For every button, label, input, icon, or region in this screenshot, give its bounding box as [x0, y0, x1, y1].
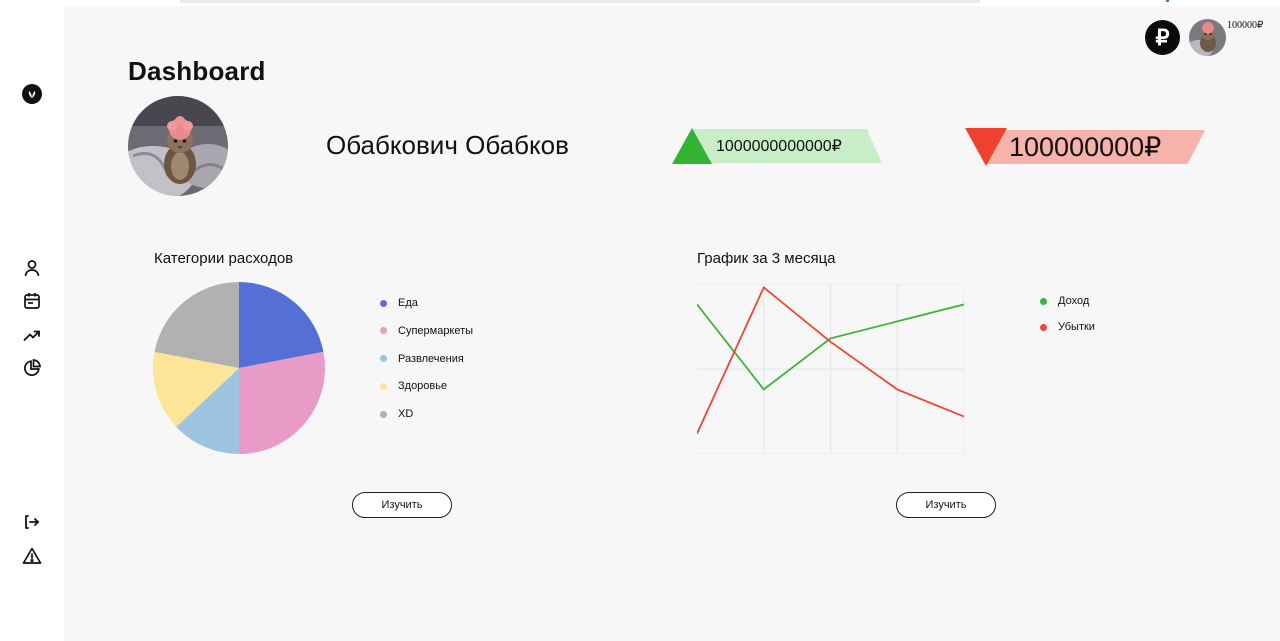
legend-label: XD: [398, 408, 414, 421]
legend-item: Еда: [380, 297, 418, 309]
explore-trend-button[interactable]: Изучить: [896, 492, 996, 518]
legend-label: Еда: [398, 297, 418, 309]
legend-dot: [380, 382, 387, 390]
browser-top-line: [180, 0, 980, 3]
legend-dot: [380, 299, 387, 307]
legend-item: XD: [380, 408, 413, 420]
expenses-pie-chart: [153, 282, 325, 454]
pie-chart-icon[interactable]: [22, 358, 42, 378]
loss-value: 100000000₽: [1009, 132, 1162, 162]
page-title: Dashboard: [128, 56, 266, 86]
calendar-icon[interactable]: [22, 291, 42, 311]
legend-item: Убытки: [1040, 321, 1095, 333]
legend-label: Развлечения: [398, 352, 464, 365]
sidebar: [0, 6, 64, 641]
explore-expenses-button[interactable]: Изучить: [352, 492, 452, 518]
income-value: 1000000000000₽: [716, 138, 842, 155]
user-icon[interactable]: [22, 258, 42, 278]
browser-top-indicator: [1166, 0, 1169, 2]
legend-item: Развлечения: [380, 353, 464, 365]
legend-label: Убытки: [1058, 321, 1095, 333]
balance-amount: 100000₽: [1227, 20, 1264, 31]
legend-dot: [1040, 323, 1047, 331]
trend-line-chart: [697, 284, 964, 454]
legend-label: Супермаркеты: [398, 324, 474, 337]
legend-dot: [1040, 297, 1047, 305]
legend-label: Доход: [1058, 295, 1090, 307]
expenses-title: Категории расходов: [154, 250, 294, 267]
loss-badge: 100000000₽: [965, 128, 1207, 166]
legend-item: Здоровье: [380, 380, 447, 392]
currency-button[interactable]: ₽: [1145, 20, 1180, 55]
legend-dot: [380, 327, 387, 335]
user-name: Обабкович Обабков: [326, 130, 569, 160]
trending-up-icon[interactable]: [22, 325, 42, 345]
legend-dot: [380, 410, 387, 418]
warning-icon[interactable]: [22, 546, 42, 566]
legend-label: Здоровье: [398, 380, 448, 393]
logout-icon[interactable]: [22, 512, 42, 532]
legend-item: Супермаркеты: [380, 325, 473, 337]
legend-item: Доход: [1040, 295, 1089, 307]
profile-avatar: [128, 96, 228, 196]
trend-title: График за 3 месяца: [697, 250, 836, 267]
logo-icon[interactable]: [22, 84, 42, 104]
income-badge: 1000000000000₽: [672, 128, 884, 164]
pie-slice-2: [239, 351, 325, 454]
legend-dot: [380, 355, 387, 363]
avatar[interactable]: [1189, 19, 1226, 56]
